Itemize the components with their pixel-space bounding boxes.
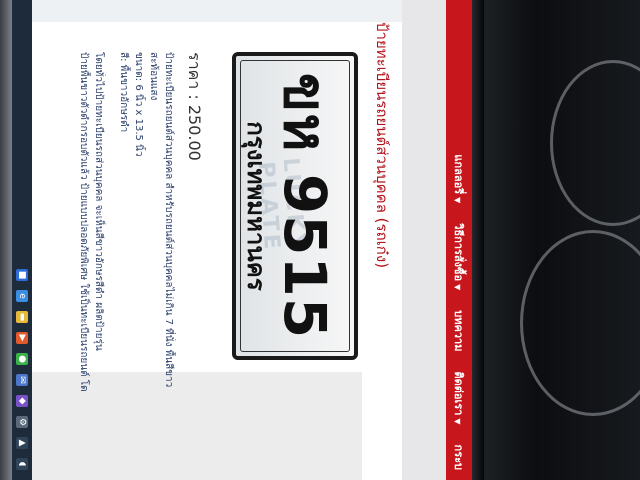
chrome-icon[interactable]: ● [16, 353, 28, 365]
description-line: สะท้อนแสง [148, 52, 159, 101]
ie-icon[interactable]: e [16, 290, 28, 302]
chevron-down-icon: ▼ [453, 284, 462, 291]
description-line: ป้ายทะเบียนรถยนต์ส่วนบุคคล สำหรับรถยนต์ส… [163, 52, 174, 388]
description-line: สี: พื้นขาวอักษรดำ [118, 52, 129, 133]
product-title: ป้ายทะเบียนรถยนต์ส่วนบุคคล (รถเก๋ง) [373, 22, 391, 269]
license-plate-image: LUCKY PLATE ขห 9515 กรุงเทพมหานคร [232, 52, 358, 360]
media-icon[interactable]: ▶ [16, 332, 28, 344]
top-nav-bar: กระบ ติดต่อเรา▼ บทความ วิธีการสั่งซื้อ▼ … [446, 0, 472, 480]
nav-item-contact[interactable]: ติดต่อเรา▼ [450, 361, 468, 434]
chevron-down-icon: ▼ [453, 418, 462, 425]
monitor-bezel [0, 0, 12, 480]
nav-item-misc[interactable]: กระบ [450, 435, 468, 480]
note-line: โดยทั่วไปป้ายทะเบียนรถส่วนบุคคล จะเห็นสี… [93, 52, 104, 351]
screen: กระบ ติดต่อเรา▼ บทความ วิธีการสั่งซื้อ▼ … [12, 0, 472, 480]
product-price: ราคา : 250.00 [185, 52, 204, 161]
product-note: โดยทั่วไปป้ายทะเบียนรถส่วนบุคคล จะเห็นสี… [76, 52, 106, 480]
note-line: ป้ายพื้นขาวตัวดำกรอบตัวแล้ว ป้ายแบบปลอดภ… [78, 52, 89, 392]
nav-item-gallery[interactable]: แกลลอรี่▼ [450, 144, 468, 213]
plate-province: กรุงเทพมหานคร [242, 121, 270, 291]
header-spacer [402, 0, 446, 480]
start-icon[interactable]: ■ [16, 269, 28, 281]
product-description: ป้ายทะเบียนรถยนต์ส่วนบุคคล สำหรับรถยนต์ส… [116, 52, 176, 480]
photo-scene: กระบ ติดต่อเรา▼ บทความ วิธีการสั่งซื้อ▼ … [0, 0, 640, 480]
windows-taskbar: ■ e ▬ ▶ ● ✉ ◆ ⚙ ▲ ◖ [12, 0, 32, 480]
chevron-down-icon: ▼ [453, 197, 462, 204]
settings-icon[interactable]: ⚙ [16, 416, 28, 428]
folder-icon[interactable]: ▬ [16, 311, 28, 323]
product-panel: ป้ายทะเบียนรถยนต์ส่วนบุคคล (รถเก๋ง) LUCK… [12, 22, 402, 480]
app-icon[interactable]: ◆ [16, 395, 28, 407]
nav-item-how-to-order[interactable]: วิธีการสั่งซื้อ▼ [450, 213, 468, 300]
cable-shape [550, 60, 640, 226]
volume-icon[interactable]: ◖ [16, 458, 28, 470]
mail-icon[interactable]: ✉ [16, 374, 28, 386]
sidebar-column [12, 372, 362, 480]
nav-item-articles[interactable]: บทความ [450, 300, 468, 361]
network-icon[interactable]: ▲ [16, 437, 28, 449]
description-line: ขนาด: 6 นิ้ว x 13.5 นิ้ว [133, 52, 144, 157]
cable-shape [520, 230, 640, 416]
monitor-edge [470, 0, 484, 480]
background-desk [480, 0, 640, 480]
